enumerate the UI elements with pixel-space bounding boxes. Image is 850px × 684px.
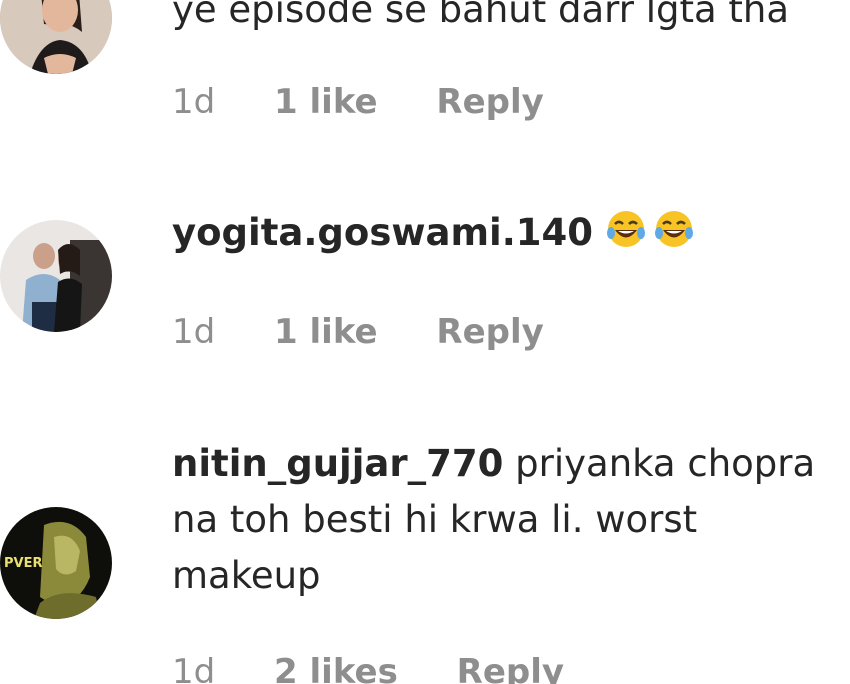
avatar-badge-text: PVER xyxy=(4,556,42,571)
comments-list: ye episode se bahut darr lgta tha 1d 1 l… xyxy=(0,0,850,684)
comment-meta: 1d 2 likes Reply xyxy=(172,652,612,684)
comment-time[interactable]: 1d xyxy=(172,652,215,684)
comment-username[interactable]: yogita.goswami.140 xyxy=(172,211,593,254)
avatar[interactable]: PVER xyxy=(0,507,112,619)
comment-text: ye episode se bahut darr lgta tha xyxy=(172,0,850,38)
reply-button[interactable]: Reply xyxy=(436,82,543,122)
comment-text: yogita.goswami.140 xyxy=(172,205,850,265)
comment-likes[interactable]: 1 like xyxy=(274,82,378,122)
comment-likes[interactable]: 1 like xyxy=(274,312,378,352)
avatar[interactable] xyxy=(0,0,112,74)
comment-meta: 1d 1 like Reply xyxy=(172,82,592,122)
reply-button[interactable]: Reply xyxy=(457,652,564,684)
comment-body-line: na toh besti hi krwa li. worst xyxy=(172,498,698,541)
comment-body: ye episode se bahut darr lgta tha xyxy=(172,0,790,31)
laughing-emoji-icon xyxy=(605,209,697,265)
comment-username[interactable]: nitin_gujjar_770 xyxy=(172,442,503,485)
comment-line: nitin_gujjar_770 priyanka chopra xyxy=(172,436,850,492)
avatar[interactable] xyxy=(0,220,112,332)
comment-body-line: makeup xyxy=(172,554,321,597)
comment-text: nitin_gujjar_770 priyanka chopra na toh … xyxy=(172,436,850,604)
comment-time[interactable]: 1d xyxy=(172,312,215,352)
reply-button[interactable]: Reply xyxy=(436,312,543,352)
comment-likes[interactable]: 2 likes xyxy=(274,652,398,684)
comment-meta: 1d 1 like Reply xyxy=(172,312,592,352)
comment-time[interactable]: 1d xyxy=(172,82,215,122)
comment-body: priyanka chopra xyxy=(515,442,816,485)
